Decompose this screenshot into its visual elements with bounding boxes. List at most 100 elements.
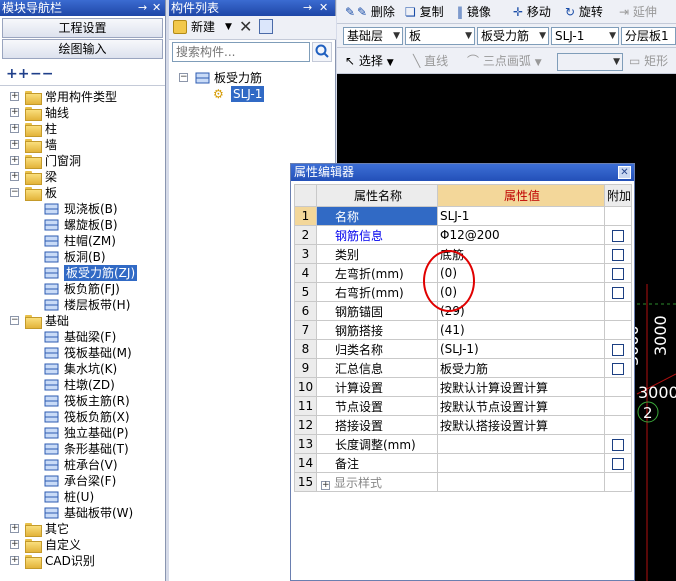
component-select[interactable]: SLJ-1 ▼ xyxy=(551,27,619,45)
expand-all-icon[interactable]: ++ xyxy=(6,66,29,82)
expand-icon[interactable]: + xyxy=(10,92,19,101)
floor-select-value: 基础层 xyxy=(347,29,384,43)
property-value[interactable]: 按默认节点设置计算 xyxy=(437,396,605,416)
property-value[interactable]: SLJ-1 xyxy=(437,206,605,226)
search-input[interactable] xyxy=(172,42,310,62)
extend-button[interactable]: ⇥ 延伸 xyxy=(619,4,657,20)
property-row[interactable]: 14 备注 xyxy=(294,453,633,473)
rotate-button[interactable]: ↻ 旋转 xyxy=(565,4,603,20)
floor-select[interactable]: 基础层 ▼ xyxy=(343,27,403,45)
extra-checkbox[interactable] xyxy=(612,362,624,375)
property-row[interactable]: 10 计算设置 按默认计算设置计算 xyxy=(294,377,633,397)
property-extra xyxy=(603,225,633,245)
nav-tree-label: 独立基础(P) xyxy=(64,426,129,440)
property-row[interactable]: 13 长度调整(mm) xyxy=(294,434,633,454)
delete-icon[interactable]: ✕ xyxy=(239,17,252,36)
row-number: 15 xyxy=(294,472,317,492)
property-value[interactable]: 板受力筋 xyxy=(437,358,605,378)
property-value[interactable] xyxy=(437,472,605,492)
chevron-down-icon: ▼ xyxy=(465,31,472,41)
row-number: 9 xyxy=(294,358,317,378)
property-row[interactable]: 2 钢筋信息 Φ12@200 xyxy=(294,225,633,245)
nav-tree-label: 板负筋(FJ) xyxy=(64,282,120,296)
folder-icon xyxy=(25,123,42,137)
property-value[interactable]: (SLJ-1) xyxy=(437,339,605,359)
property-row[interactable]: 15 + 显示样式 xyxy=(294,472,633,492)
expand-icon[interactable]: + xyxy=(10,124,19,133)
property-value[interactable]: (41) xyxy=(437,320,605,340)
new-button[interactable]: 新建 xyxy=(191,19,215,35)
chevron-down-icon[interactable]: ▼ xyxy=(225,19,232,35)
pin-icon[interactable]: → xyxy=(303,0,312,16)
expand-icon[interactable]: + xyxy=(10,556,19,565)
copy-icon[interactable] xyxy=(259,19,273,34)
folder-icon xyxy=(25,315,42,329)
extra-checkbox[interactable] xyxy=(612,286,624,299)
slab-hole-icon xyxy=(44,251,59,263)
move-button[interactable]: ✛ 移动 xyxy=(513,4,551,20)
search-icon xyxy=(315,44,329,58)
rect-button[interactable]: ▭ 矩形 xyxy=(629,53,668,69)
extra-checkbox[interactable] xyxy=(612,248,624,261)
pin-icon[interactable]: → xyxy=(138,0,147,16)
extra-checkbox[interactable] xyxy=(612,229,624,242)
subtype-select[interactable]: 板受力筋 ▼ xyxy=(477,27,549,45)
arc-button[interactable]: ⌒ 三点画弧 ▼ xyxy=(467,53,542,69)
select-button[interactable]: ↖ 选择 ▼ xyxy=(345,53,394,69)
property-name-text: 搭接设置 xyxy=(335,418,384,433)
folder-icon xyxy=(25,555,42,569)
property-row[interactable]: 8 归类名称 (SLJ-1) xyxy=(294,339,633,359)
expand-icon[interactable]: + xyxy=(10,108,19,117)
line-button[interactable]: ╲ 直线 xyxy=(413,53,448,69)
copy-button[interactable]: ❏ 复制 xyxy=(405,4,444,20)
property-name: 节点设置 xyxy=(316,396,438,416)
delete-button[interactable]: ✎ 删除 xyxy=(357,4,395,20)
extra-checkbox[interactable] xyxy=(612,438,624,451)
axis-label: 2 xyxy=(643,404,653,422)
close-icon[interactable]: ✕ xyxy=(319,0,328,16)
property-value[interactable]: 按默认搭接设置计算 xyxy=(437,415,605,435)
expand-icon[interactable]: + xyxy=(10,140,19,149)
close-icon[interactable]: ✕ xyxy=(152,0,161,16)
nav-tree-label: 桩承台(V) xyxy=(64,458,118,472)
nav-tree-label: 螺旋板(B) xyxy=(64,218,118,232)
extra-checkbox[interactable] xyxy=(612,343,624,356)
mirror-button[interactable]: ‖ 镜像 xyxy=(457,4,491,20)
property-row[interactable]: 1 名称 SLJ-1 xyxy=(294,206,633,226)
extra-checkbox[interactable] xyxy=(612,267,624,280)
draw-mode-select[interactable]: ▼ xyxy=(557,53,623,71)
collapse-all-icon[interactable]: −− xyxy=(30,66,53,82)
property-value[interactable] xyxy=(437,434,605,454)
expand-icon[interactable]: + xyxy=(10,156,19,165)
extra-checkbox[interactable] xyxy=(612,457,624,470)
expand-icon[interactable]: + xyxy=(10,524,19,533)
folder-icon xyxy=(25,171,42,185)
expand-icon[interactable]: + xyxy=(10,540,19,549)
property-row[interactable]: 11 节点设置 按默认节点设置计算 xyxy=(294,396,633,416)
nav-tree-label: CAD识别 xyxy=(45,554,95,568)
type-select[interactable]: 板 ▼ xyxy=(405,27,475,45)
new-icon[interactable] xyxy=(173,20,187,34)
nav-titlebar: 模块导航栏 → ✕ xyxy=(0,0,165,16)
property-value[interactable] xyxy=(437,453,605,473)
pile-cap-icon xyxy=(44,459,59,471)
layer-select[interactable]: 分层板1 xyxy=(621,27,676,45)
property-row[interactable]: 7 钢筋搭接 (41) xyxy=(294,320,633,340)
property-value[interactable]: Φ12@200 xyxy=(437,225,605,245)
dialog-close-button[interactable]: ✕ xyxy=(618,166,631,179)
expand-icon[interactable]: + xyxy=(321,480,330,490)
expand-icon[interactable]: + xyxy=(10,172,19,181)
collapse-icon[interactable]: − xyxy=(179,73,188,82)
project-settings-button[interactable]: 工程设置 xyxy=(2,18,163,38)
nav-tree-label: 梁 xyxy=(45,170,58,184)
property-row[interactable]: 9 汇总信息 板受力筋 xyxy=(294,358,633,378)
collapse-icon[interactable]: − xyxy=(10,316,19,325)
property-value[interactable]: 按默认计算设置计算 xyxy=(437,377,605,397)
drawing-input-button[interactable]: 绘图输入 xyxy=(2,39,163,59)
property-row[interactable]: 12 搭接设置 按默认搭接设置计算 xyxy=(294,415,633,435)
search-button[interactable] xyxy=(312,42,332,62)
property-extra xyxy=(603,282,633,302)
nav-tree-label: 筏板基础(M) xyxy=(64,346,132,360)
collapse-icon[interactable]: − xyxy=(10,188,19,197)
nav-tree-label: 承台梁(F) xyxy=(64,474,117,488)
